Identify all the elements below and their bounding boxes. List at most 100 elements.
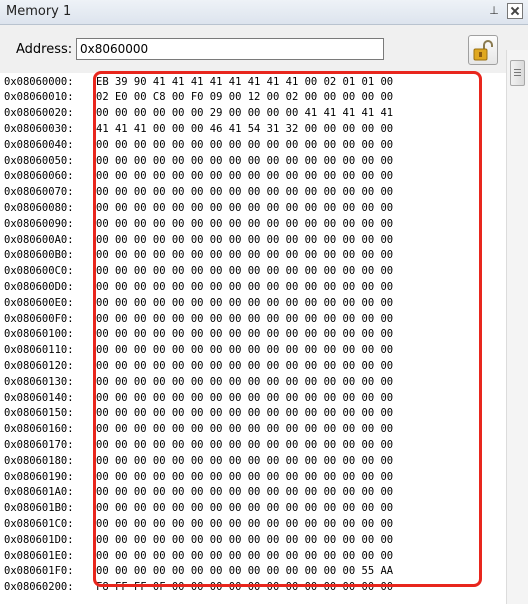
row-bytes[interactable]: 00 00 00 00 00 00 00 00 00 00 00 00 00 0… xyxy=(96,138,393,154)
row-address: 0x080600C0: xyxy=(4,265,74,278)
memory-row: 0x08060170: 00 00 00 00 00 00 00 00 00 00… xyxy=(4,438,393,454)
row-bytes[interactable]: 00 00 00 00 00 00 00 00 00 00 00 00 00 0… xyxy=(96,248,393,264)
row-bytes[interactable]: 00 00 00 00 00 00 00 00 00 00 00 00 00 0… xyxy=(96,154,393,170)
row-bytes[interactable]: 00 00 00 00 00 00 00 00 00 00 00 00 00 0… xyxy=(96,485,393,501)
pin-icon[interactable]: ⊥ xyxy=(486,3,502,19)
unlock-icon xyxy=(473,40,493,61)
memory-row: 0x080600E0: 00 00 00 00 00 00 00 00 00 00… xyxy=(4,296,393,312)
row-address: 0x080601B0: xyxy=(4,502,74,515)
row-bytes[interactable]: 00 00 00 00 00 00 00 00 00 00 00 00 00 0… xyxy=(96,375,393,391)
row-address: 0x080600F0: xyxy=(4,312,74,325)
row-bytes[interactable]: 00 00 00 00 00 00 00 00 00 00 00 00 00 0… xyxy=(96,406,393,422)
memory-row: 0x080600A0: 00 00 00 00 00 00 00 00 00 00… xyxy=(4,233,393,249)
row-bytes[interactable]: 00 00 00 00 00 00 00 00 00 00 00 00 00 0… xyxy=(96,169,393,185)
row-address: 0x08060100: xyxy=(4,328,74,341)
row-bytes[interactable]: 00 00 00 00 00 00 00 00 00 00 00 00 00 0… xyxy=(96,422,393,438)
memory-row: 0x08060150: 00 00 00 00 00 00 00 00 00 00… xyxy=(4,406,393,422)
vertical-scrollbar[interactable] xyxy=(506,50,528,604)
row-address: 0x080601E0: xyxy=(4,549,74,562)
memory-row: 0x08060160: 00 00 00 00 00 00 00 00 00 00… xyxy=(4,422,393,438)
row-address: 0x08060200: xyxy=(4,581,74,594)
scrollbar-thumb[interactable] xyxy=(510,60,525,86)
memory-row: 0x08060040: 00 00 00 00 00 00 00 00 00 00… xyxy=(4,138,393,154)
row-bytes[interactable]: 00 00 00 00 00 00 00 00 00 00 00 00 00 0… xyxy=(96,296,393,312)
row-address: 0x080601F0: xyxy=(4,565,74,578)
row-address: 0x080600E0: xyxy=(4,296,74,309)
row-bytes[interactable]: 00 00 00 00 00 00 00 00 00 00 00 00 00 0… xyxy=(96,343,393,359)
row-bytes[interactable]: 00 00 00 00 00 00 00 00 00 00 00 00 00 0… xyxy=(96,233,393,249)
row-bytes[interactable]: 00 00 00 00 00 00 29 00 00 00 00 41 41 4… xyxy=(96,106,393,122)
row-address: 0x080601A0: xyxy=(4,486,74,499)
row-bytes[interactable]: 00 00 00 00 00 00 00 00 00 00 00 00 00 0… xyxy=(96,533,393,549)
row-address: 0x08060110: xyxy=(4,344,74,357)
row-bytes[interactable]: 00 00 00 00 00 00 00 00 00 00 00 00 00 0… xyxy=(96,201,393,217)
title-bar[interactable]: Memory 1 ⊥ xyxy=(0,0,528,25)
row-bytes[interactable]: F8 FF FF 0F 00 00 00 00 00 00 00 00 00 0… xyxy=(96,580,393,596)
memory-row: 0x08060030: 41 41 41 00 00 00 46 41 54 31… xyxy=(4,122,393,138)
address-label: Address: xyxy=(16,42,73,57)
row-address: 0x080600D0: xyxy=(4,280,74,293)
memory-row: 0x08060100: 00 00 00 00 00 00 00 00 00 00… xyxy=(4,327,393,343)
row-bytes[interactable]: 00 00 00 00 00 00 00 00 00 00 00 00 00 0… xyxy=(96,185,393,201)
memory-row: 0x08060110: 00 00 00 00 00 00 00 00 00 00… xyxy=(4,343,393,359)
memory-window: Memory 1 ⊥ Address: 0x8060000 0x08060000… xyxy=(0,0,528,604)
memory-row: 0x08060020: 00 00 00 00 00 00 29 00 00 00… xyxy=(4,106,393,122)
lock-button[interactable] xyxy=(468,35,498,65)
memory-row: 0x08060000: EB 39 90 41 41 41 41 41 41 41… xyxy=(4,75,393,91)
memory-row: 0x080600F0: 00 00 00 00 00 00 00 00 00 00… xyxy=(4,312,393,328)
memory-row: 0x08060180: 00 00 00 00 00 00 00 00 00 00… xyxy=(4,454,393,470)
memory-row: 0x080601A0: 00 00 00 00 00 00 00 00 00 00… xyxy=(4,485,393,501)
memory-row: 0x080600C0: 00 00 00 00 00 00 00 00 00 00… xyxy=(4,264,393,280)
row-address: 0x080600A0: xyxy=(4,233,74,246)
memory-view[interactable]: 0x08060000: EB 39 90 41 41 41 41 41 41 41… xyxy=(0,73,506,604)
row-bytes[interactable]: 00 00 00 00 00 00 00 00 00 00 00 00 00 0… xyxy=(96,470,393,486)
row-address: 0x08060150: xyxy=(4,407,74,420)
row-address: 0x08060130: xyxy=(4,375,74,388)
row-address: 0x080601D0: xyxy=(4,533,74,546)
memory-row: 0x08060120: 00 00 00 00 00 00 00 00 00 00… xyxy=(4,359,393,375)
row-bytes[interactable]: EB 39 90 41 41 41 41 41 41 41 41 00 02 0… xyxy=(96,75,393,91)
row-address: 0x08060170: xyxy=(4,438,74,451)
memory-row: 0x080601B0: 00 00 00 00 00 00 00 00 00 00… xyxy=(4,501,393,517)
row-address: 0x08060060: xyxy=(4,170,74,183)
address-bar: Address: 0x8060000 xyxy=(0,25,528,73)
row-bytes[interactable]: 00 00 00 00 00 00 00 00 00 00 00 00 00 0… xyxy=(96,391,393,407)
row-bytes[interactable]: 00 00 00 00 00 00 00 00 00 00 00 00 00 0… xyxy=(96,312,393,328)
row-bytes[interactable]: 00 00 00 00 00 00 00 00 00 00 00 00 00 0… xyxy=(96,549,393,565)
memory-row: 0x080601F0: 00 00 00 00 00 00 00 00 00 00… xyxy=(4,564,393,580)
memory-row: 0x08060140: 00 00 00 00 00 00 00 00 00 00… xyxy=(4,391,393,407)
close-icon[interactable] xyxy=(507,3,523,19)
row-address: 0x08060080: xyxy=(4,201,74,214)
memory-row: 0x080601C0: 00 00 00 00 00 00 00 00 00 00… xyxy=(4,517,393,533)
row-address: 0x08060180: xyxy=(4,454,74,467)
row-address: 0x08060020: xyxy=(4,107,74,120)
memory-row: 0x08060090: 00 00 00 00 00 00 00 00 00 00… xyxy=(4,217,393,233)
row-address: 0x08060030: xyxy=(4,122,74,135)
row-address: 0x080601C0: xyxy=(4,517,74,530)
row-bytes[interactable]: 00 00 00 00 00 00 00 00 00 00 00 00 00 0… xyxy=(96,280,393,296)
row-bytes[interactable]: 00 00 00 00 00 00 00 00 00 00 00 00 00 0… xyxy=(96,454,393,470)
row-bytes[interactable]: 00 00 00 00 00 00 00 00 00 00 00 00 00 0… xyxy=(96,501,393,517)
row-address: 0x08060010: xyxy=(4,91,74,104)
row-address: 0x08060140: xyxy=(4,391,74,404)
row-bytes[interactable]: 00 00 00 00 00 00 00 00 00 00 00 00 00 0… xyxy=(96,517,393,533)
row-bytes[interactable]: 41 41 41 00 00 00 46 41 54 31 32 00 00 0… xyxy=(96,122,393,138)
row-bytes[interactable]: 00 00 00 00 00 00 00 00 00 00 00 00 00 0… xyxy=(96,564,393,580)
memory-row: 0x08060070: 00 00 00 00 00 00 00 00 00 00… xyxy=(4,185,393,201)
memory-row: 0x08060080: 00 00 00 00 00 00 00 00 00 00… xyxy=(4,201,393,217)
row-address: 0x08060190: xyxy=(4,470,74,483)
row-bytes[interactable]: 00 00 00 00 00 00 00 00 00 00 00 00 00 0… xyxy=(96,438,393,454)
memory-row: 0x080601D0: 00 00 00 00 00 00 00 00 00 00… xyxy=(4,533,393,549)
memory-row: 0x08060060: 00 00 00 00 00 00 00 00 00 00… xyxy=(4,169,393,185)
memory-row: 0x08060050: 00 00 00 00 00 00 00 00 00 00… xyxy=(4,154,393,170)
row-bytes[interactable]: 00 00 00 00 00 00 00 00 00 00 00 00 00 0… xyxy=(96,359,393,375)
memory-row: 0x080600B0: 00 00 00 00 00 00 00 00 00 00… xyxy=(4,248,393,264)
row-bytes[interactable]: 00 00 00 00 00 00 00 00 00 00 00 00 00 0… xyxy=(96,217,393,233)
address-input[interactable]: 0x8060000 xyxy=(76,38,384,60)
row-bytes[interactable]: 02 E0 00 C8 00 F0 09 00 12 00 02 00 00 0… xyxy=(96,90,393,106)
row-bytes[interactable]: 00 00 00 00 00 00 00 00 00 00 00 00 00 0… xyxy=(96,264,393,280)
row-address: 0x08060000: xyxy=(4,75,74,88)
row-bytes[interactable]: 00 00 00 00 00 00 00 00 00 00 00 00 00 0… xyxy=(96,327,393,343)
memory-row: 0x08060190: 00 00 00 00 00 00 00 00 00 00… xyxy=(4,470,393,486)
memory-row: 0x080601E0: 00 00 00 00 00 00 00 00 00 00… xyxy=(4,549,393,565)
